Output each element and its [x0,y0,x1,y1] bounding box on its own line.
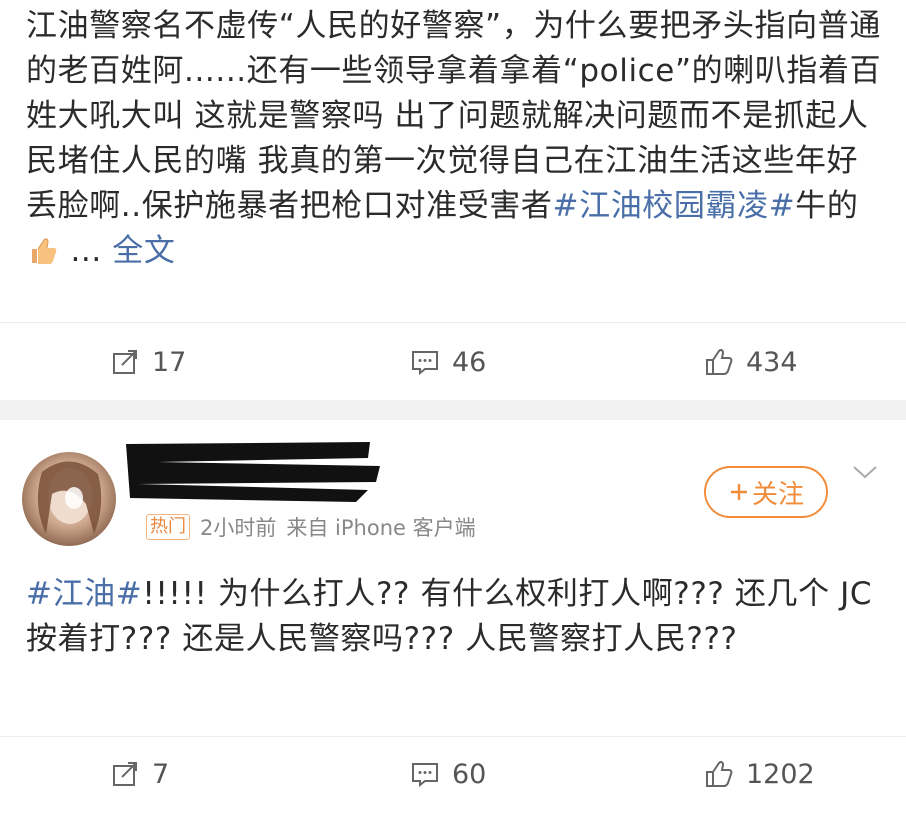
repost-button[interactable]: 7 [110,744,169,804]
repost-count: 17 [152,346,187,378]
feed-separator [0,400,906,420]
post-text: !!!!! 为什么打人?? 有什么权利打人啊??? 还几个 JC按着打??? 还… [26,576,873,657]
comment-count: 46 [452,346,487,378]
repost-button[interactable]: 17 [110,332,186,392]
hashtag-link[interactable]: #江油校园霸凌# [553,188,796,224]
expand-full-text-link[interactable]: 全文 [112,233,175,269]
like-button[interactable]: 1202 [704,744,815,804]
comment-count: 60 [452,758,487,790]
post-body: 江油警察名不虚传“人民的好警察”，为什么要把矛头指向普通的老百姓阿......还… [26,4,886,274]
repost-icon [113,350,137,374]
hashtag-link[interactable]: #江油# [26,576,142,612]
ellipsis: ... [60,233,113,269]
thumbs-up-emoji-icon [32,238,57,264]
post-card-2: #江油#!!!!! 为什么打人?? 有什么权利打人啊??? 还几个 JC按着打?… [0,420,906,820]
post-card-1: 江油警察名不虚传“人民的好警察”，为什么要把矛头指向普通的老百姓阿......还… [0,0,906,400]
repost-count: 7 [152,758,170,790]
like-icon [706,348,733,375]
comment-icon [412,351,438,376]
divider [0,736,906,737]
comment-button[interactable]: 46 [410,332,486,392]
comment-button[interactable]: 60 [410,744,486,804]
repost-icon [113,762,137,786]
like-count: 434 [746,346,798,378]
like-button[interactable]: 434 [704,332,798,392]
like-count: 1202 [746,758,815,790]
divider [0,322,906,323]
comment-icon [412,763,438,788]
action-bar: 17 46 434 [0,332,906,392]
like-icon [706,760,733,787]
action-bar: 7 60 1202 [0,744,906,804]
post-body: #江油#!!!!! 为什么打人?? 有什么权利打人啊??? 还几个 JC按着打?… [26,572,886,662]
post-text-tail: 牛的 [795,188,859,224]
